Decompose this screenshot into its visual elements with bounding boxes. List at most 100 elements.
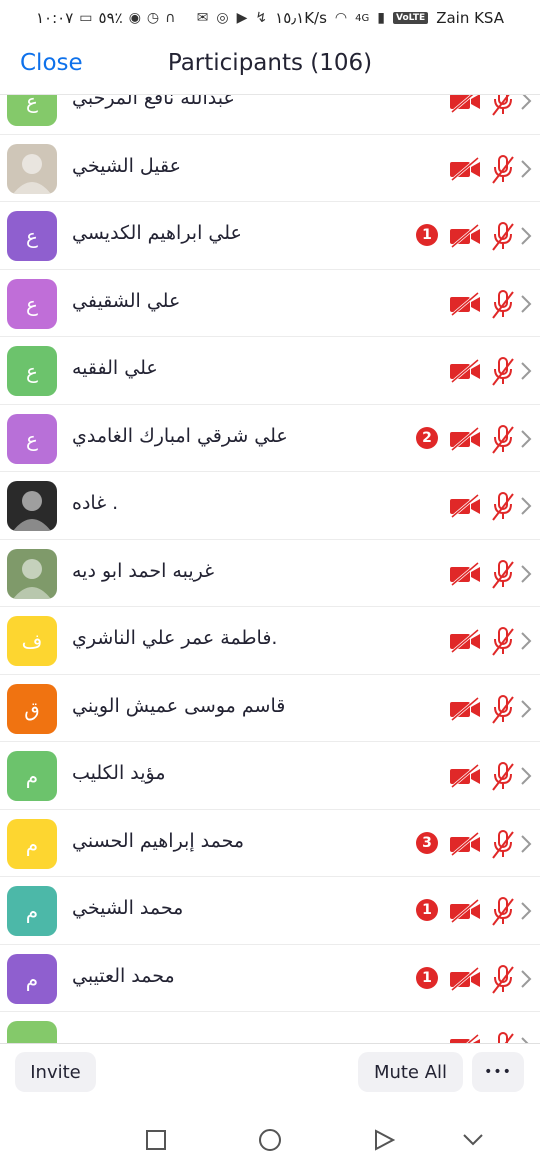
avatar-initial: ع [26, 291, 38, 316]
participant-row[interactable]: ع علي ابراهيم الكديسي 1 [0, 202, 540, 270]
alarm-icon: ◷ [146, 10, 160, 26]
participant-row[interactable]: غاده . [0, 472, 540, 540]
recents-icon[interactable] [145, 1129, 167, 1151]
chevron-right-icon[interactable] [520, 496, 532, 516]
video-off-icon [450, 1034, 480, 1043]
chevron-right-icon[interactable] [520, 564, 532, 584]
status-carrier: Zain KSA [436, 9, 504, 27]
invite-button[interactable]: Invite [15, 1052, 96, 1092]
chevron-right-icon[interactable] [520, 631, 532, 651]
chevron-right-icon[interactable] [520, 834, 532, 854]
status-time: ١٠:٠٧ [36, 9, 74, 27]
avatar-photo-icon [13, 153, 51, 194]
header: Close Participants (106) [0, 36, 540, 95]
avatar-initial: م [25, 899, 39, 923]
avatar: م [7, 818, 57, 869]
participant-row[interactable]: ف فاطمة عمر علي الناشري. [0, 607, 540, 675]
status-bar-right: ✉ ◎ ▶ ↯ ١٥٫١K/s ◠ 4G ▮ VoLTE Zain KSA [197, 9, 504, 27]
participant-row[interactable]: ع عبدالله نافع المرحبي [0, 95, 540, 135]
missed-call-icon: ↯ [255, 10, 268, 26]
participant-row[interactable]: ع علي الفقيه [0, 337, 540, 405]
participant-row[interactable]: م محمد العتيبي 1 [0, 945, 540, 1012]
avatar [7, 481, 57, 531]
participant-row[interactable]: ع علي الشقيفي [0, 270, 540, 337]
more-button[interactable]: ••• [472, 1052, 524, 1092]
home-icon[interactable] [258, 1128, 282, 1152]
status-battery: ٥٩٪ [98, 9, 123, 27]
participant-row[interactable]: غريبه احمد ابو ديه [0, 540, 540, 607]
participant-name: محمد إبراهيم الحسني [72, 829, 245, 852]
avatar-photo-icon [13, 558, 51, 599]
participants-list[interactable]: ع عبدالله نافع المرحبي عقيل الشيخي ع علي ابر… [0, 95, 540, 1043]
page-title: Participants (106) [167, 50, 373, 76]
chevron-right-icon[interactable] [520, 159, 532, 179]
unread-badge: 1 [416, 224, 438, 246]
chevron-right-icon[interactable] [520, 226, 532, 246]
participant-name: غريبه احمد ابو ديه [72, 559, 215, 582]
location-icon: ◉ [128, 10, 141, 26]
chevron-right-icon[interactable] [520, 901, 532, 921]
video-off-icon [450, 966, 480, 991]
chevron-down-icon[interactable] [462, 1133, 484, 1147]
avatar-initial: ع [26, 95, 38, 113]
mic-off-icon [492, 829, 514, 859]
chevron-right-icon[interactable] [520, 1036, 532, 1043]
avatar: م [7, 886, 57, 936]
participant-row[interactable]: ق قاسم موسى عميش الويني [0, 675, 540, 742]
participant-row[interactable]: م محمد الشيخي 1 [0, 877, 540, 945]
avatar-initial: م [25, 966, 39, 991]
chevron-right-icon[interactable] [520, 361, 532, 381]
participant-name: عقيل الشيخي [72, 154, 181, 177]
mic-off-icon [492, 222, 514, 251]
video-off-icon [450, 764, 480, 788]
video-icon: ▶ [236, 10, 248, 26]
whatsapp-icon: ◎ [216, 10, 229, 26]
mail-icon: ✉ [196, 10, 209, 26]
mic-off-icon [492, 95, 512, 116]
participant-name: غاده . [72, 492, 119, 514]
participant-row[interactable]: عقيل الشيخي [0, 135, 540, 202]
video-off-icon [450, 561, 480, 586]
participant-name: محمد الشيخي [72, 897, 184, 919]
avatar-initial: ع [26, 426, 38, 451]
avatar [7, 143, 57, 194]
participant-row[interactable]: م مؤيد الكليب [0, 742, 540, 810]
video-off-icon [450, 291, 480, 316]
wifi-icon: ◠ [334, 10, 348, 26]
mic-off-icon [492, 559, 514, 589]
chevron-right-icon[interactable] [520, 969, 532, 989]
participant-row[interactable] [0, 1012, 540, 1043]
participant-name: علي الفقيه [72, 357, 158, 379]
mute-all-button[interactable]: Mute All [358, 1052, 463, 1092]
participant-name: علي شرقي امبارك الغامدي [72, 424, 288, 447]
chevron-right-icon[interactable] [520, 294, 532, 314]
avatar [7, 1021, 57, 1043]
status-network: 4G [355, 12, 370, 24]
video-off-icon [450, 494, 480, 518]
mic-off-icon [492, 694, 514, 724]
avatar-photo-icon [13, 491, 51, 531]
participants-list-inner: ع عبدالله نافع المرحبي عقيل الشيخي ع علي ابر… [0, 95, 540, 1043]
video-off-icon [450, 359, 480, 383]
video-off-icon [450, 899, 480, 923]
video-off-icon [450, 95, 480, 113]
avatar: ع [7, 95, 57, 126]
participant-name: علي ابراهيم الكديسي [72, 222, 242, 244]
back-icon[interactable] [373, 1129, 395, 1151]
avatar-initial: ع [26, 224, 38, 248]
participant-row[interactable]: م محمد إبراهيم الحسني 3 [0, 810, 540, 877]
mic-off-icon [492, 964, 514, 994]
avatar-initial: ع [26, 359, 38, 383]
mic-off-icon [492, 627, 514, 656]
chevron-right-icon[interactable] [520, 429, 532, 449]
mic-off-icon [492, 897, 514, 926]
video-off-icon [450, 224, 480, 248]
mic-off-icon [498, 1032, 514, 1043]
chevron-right-icon[interactable] [520, 95, 532, 111]
video-off-icon [450, 426, 480, 451]
chevron-right-icon[interactable] [520, 766, 532, 786]
chevron-right-icon[interactable] [520, 699, 532, 719]
participant-row[interactable]: ع علي شرقي امبارك الغامدي 2 [0, 405, 540, 472]
avatar: ع [7, 346, 57, 396]
unread-badge: 1 [416, 899, 438, 921]
